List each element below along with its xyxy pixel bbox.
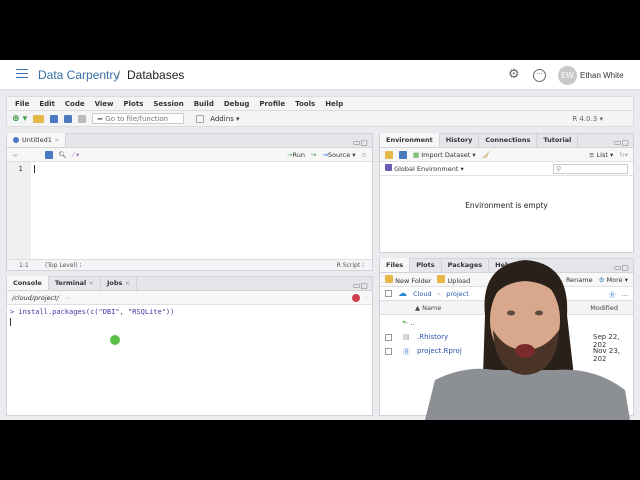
goto-file-input[interactable]: ➦ Go to file/function — [92, 113, 185, 124]
grid-icon[interactable] — [196, 114, 205, 123]
source-pane: Untitled1 × ▭▢ ◂▸ 🔍︎ ⁄ ▾ →Run ↪ ⇥Source … — [6, 133, 373, 271]
tab-environment[interactable]: Environment — [380, 133, 440, 147]
file-checkbox[interactable] — [385, 348, 392, 355]
addins-menu[interactable]: Addins ▾ — [210, 115, 239, 123]
environment-empty-message: Environment is empty — [465, 201, 548, 210]
clear-console-icon[interactable]: ⁄ — [366, 294, 367, 302]
import-dataset-menu[interactable]: ▦ Import Dataset ▾ — [413, 151, 476, 159]
cursor-position: 1:1 — [19, 262, 29, 269]
avatar[interactable]: EW — [558, 66, 577, 85]
menu-code[interactable]: Code — [65, 100, 85, 108]
minimize-maximize-icon[interactable]: ▭▢ — [614, 138, 629, 147]
rerun-icon[interactable]: ↪ — [311, 151, 316, 159]
breadcrumb-project: Databases — [127, 68, 185, 82]
go-to-directory-icon[interactable]: ⇨ — [65, 294, 70, 302]
menu-tools[interactable]: Tools — [295, 100, 315, 108]
minimize-maximize-icon[interactable]: ▭▢ — [353, 281, 368, 290]
menu-build[interactable]: Build — [194, 100, 214, 108]
scope-menu[interactable]: (Top Level) ⁝ — [45, 262, 81, 269]
console-output[interactable]: > install.packages(c("DBI", "RSQLite")) — [10, 308, 370, 413]
main-toolbar: ⊕ ▾ ➦ Go to file/function Addins ▾ R 4.0… — [6, 110, 634, 127]
load-workspace-icon[interactable] — [385, 150, 393, 159]
stop-icon[interactable] — [351, 293, 360, 302]
tab-connections[interactable]: Connections — [479, 133, 538, 147]
user-name[interactable]: Ethan White — [580, 71, 624, 80]
environment-search-input[interactable]: ⚲ — [553, 163, 628, 174]
save-all-icon[interactable] — [64, 114, 73, 123]
tab-untitled1[interactable]: Untitled1 × — [7, 133, 67, 147]
working-directory: /cloud/project/ — [12, 293, 59, 302]
print-icon[interactable] — [78, 114, 87, 123]
open-file-icon[interactable] — [33, 114, 45, 123]
tab-tutorial[interactable]: Tutorial — [537, 133, 579, 147]
save-workspace-icon[interactable] — [399, 150, 407, 159]
save-icon[interactable] — [50, 114, 59, 123]
menu-edit[interactable]: Edit — [39, 100, 55, 108]
cursor-indicator — [110, 335, 120, 345]
editor-status-bar: 1:1 (Top Level) ⁝ R Script ⁝ — [7, 259, 372, 270]
outline-icon[interactable]: ≡ — [362, 151, 367, 159]
more-options-icon[interactable]: ··· — [533, 69, 546, 82]
code-editor[interactable] — [31, 162, 372, 259]
console-command: > install.packages(c("DBI", "RSQLite")) — [10, 308, 175, 316]
breadcrumb-separator: / — [117, 68, 121, 82]
hamburger-menu-icon[interactable] — [16, 69, 28, 78]
tab-terminal[interactable]: Terminal × — [49, 276, 101, 290]
tab-history[interactable]: History — [440, 133, 480, 147]
cloud-icon: ☁ — [398, 288, 407, 299]
menu-session[interactable]: Session — [153, 100, 183, 108]
menu-plots[interactable]: Plots — [124, 100, 144, 108]
tab-files[interactable]: Files — [380, 258, 411, 272]
magic-wand-icon[interactable]: ⁄ ▾ — [73, 151, 79, 159]
file-type-menu[interactable]: R Script ⁝ — [337, 262, 364, 269]
menu-help[interactable]: Help — [325, 100, 343, 108]
r-version-menu[interactable]: R 4.0.3 ▾ — [572, 115, 603, 123]
close-icon[interactable]: × — [54, 136, 59, 144]
run-button[interactable]: →Run — [287, 151, 305, 159]
console-pane: Console Terminal × Jobs × ▭▢ /cloud/proj… — [6, 276, 373, 416]
tab-console[interactable]: Console — [7, 276, 49, 290]
file-checkbox[interactable] — [385, 334, 392, 341]
up-arrow-icon: ⬑ — [402, 319, 408, 327]
r-file-icon — [13, 137, 19, 143]
menu-view[interactable]: View — [95, 100, 114, 108]
list-view-menu[interactable]: ≡ List ▾ — [589, 151, 613, 159]
menu-debug[interactable]: Debug — [224, 100, 250, 108]
arrow-icon: ➦ — [97, 114, 106, 123]
menu-file[interactable]: File — [15, 100, 29, 108]
source-button[interactable]: ⇥Source ▾ — [322, 151, 355, 159]
select-all-checkbox[interactable] — [385, 290, 392, 297]
text-file-icon: ▤ — [403, 333, 410, 341]
refresh-icon[interactable]: ↻▾ — [619, 151, 628, 159]
file-row-parent[interactable]: ⬑ .. — [402, 319, 415, 327]
breadcrumb-space[interactable]: Data Carpentry — [38, 68, 119, 82]
presenter-video-overlay — [425, 260, 630, 420]
menu-bar: File Edit Code View Plots Session Build … — [6, 96, 634, 110]
tab-jobs[interactable]: Jobs × — [101, 276, 138, 290]
minimize-maximize-icon[interactable]: ▭▢ — [353, 138, 368, 147]
new-file-icon[interactable]: ⊕ ▾ — [12, 114, 27, 124]
save-icon[interactable] — [44, 150, 53, 159]
line-gutter: 1 — [7, 162, 31, 259]
back-forward-icon[interactable]: ◂▸ — [12, 151, 19, 159]
top-header: Data Carpentry / Databases ⚙ ··· EW Etha… — [0, 60, 640, 90]
rproj-icon: Ⓡ — [403, 348, 410, 356]
environment-scope-menu[interactable]: Global Environment ▾ — [385, 164, 464, 173]
menu-profile[interactable]: Profile — [259, 100, 285, 108]
broom-icon[interactable]: 🧹︎ — [482, 151, 490, 159]
search-icon[interactable]: 🔍︎ — [59, 151, 67, 159]
gear-icon[interactable]: ⚙ — [508, 68, 520, 81]
environment-pane: Environment History Connections Tutorial… — [379, 133, 634, 253]
